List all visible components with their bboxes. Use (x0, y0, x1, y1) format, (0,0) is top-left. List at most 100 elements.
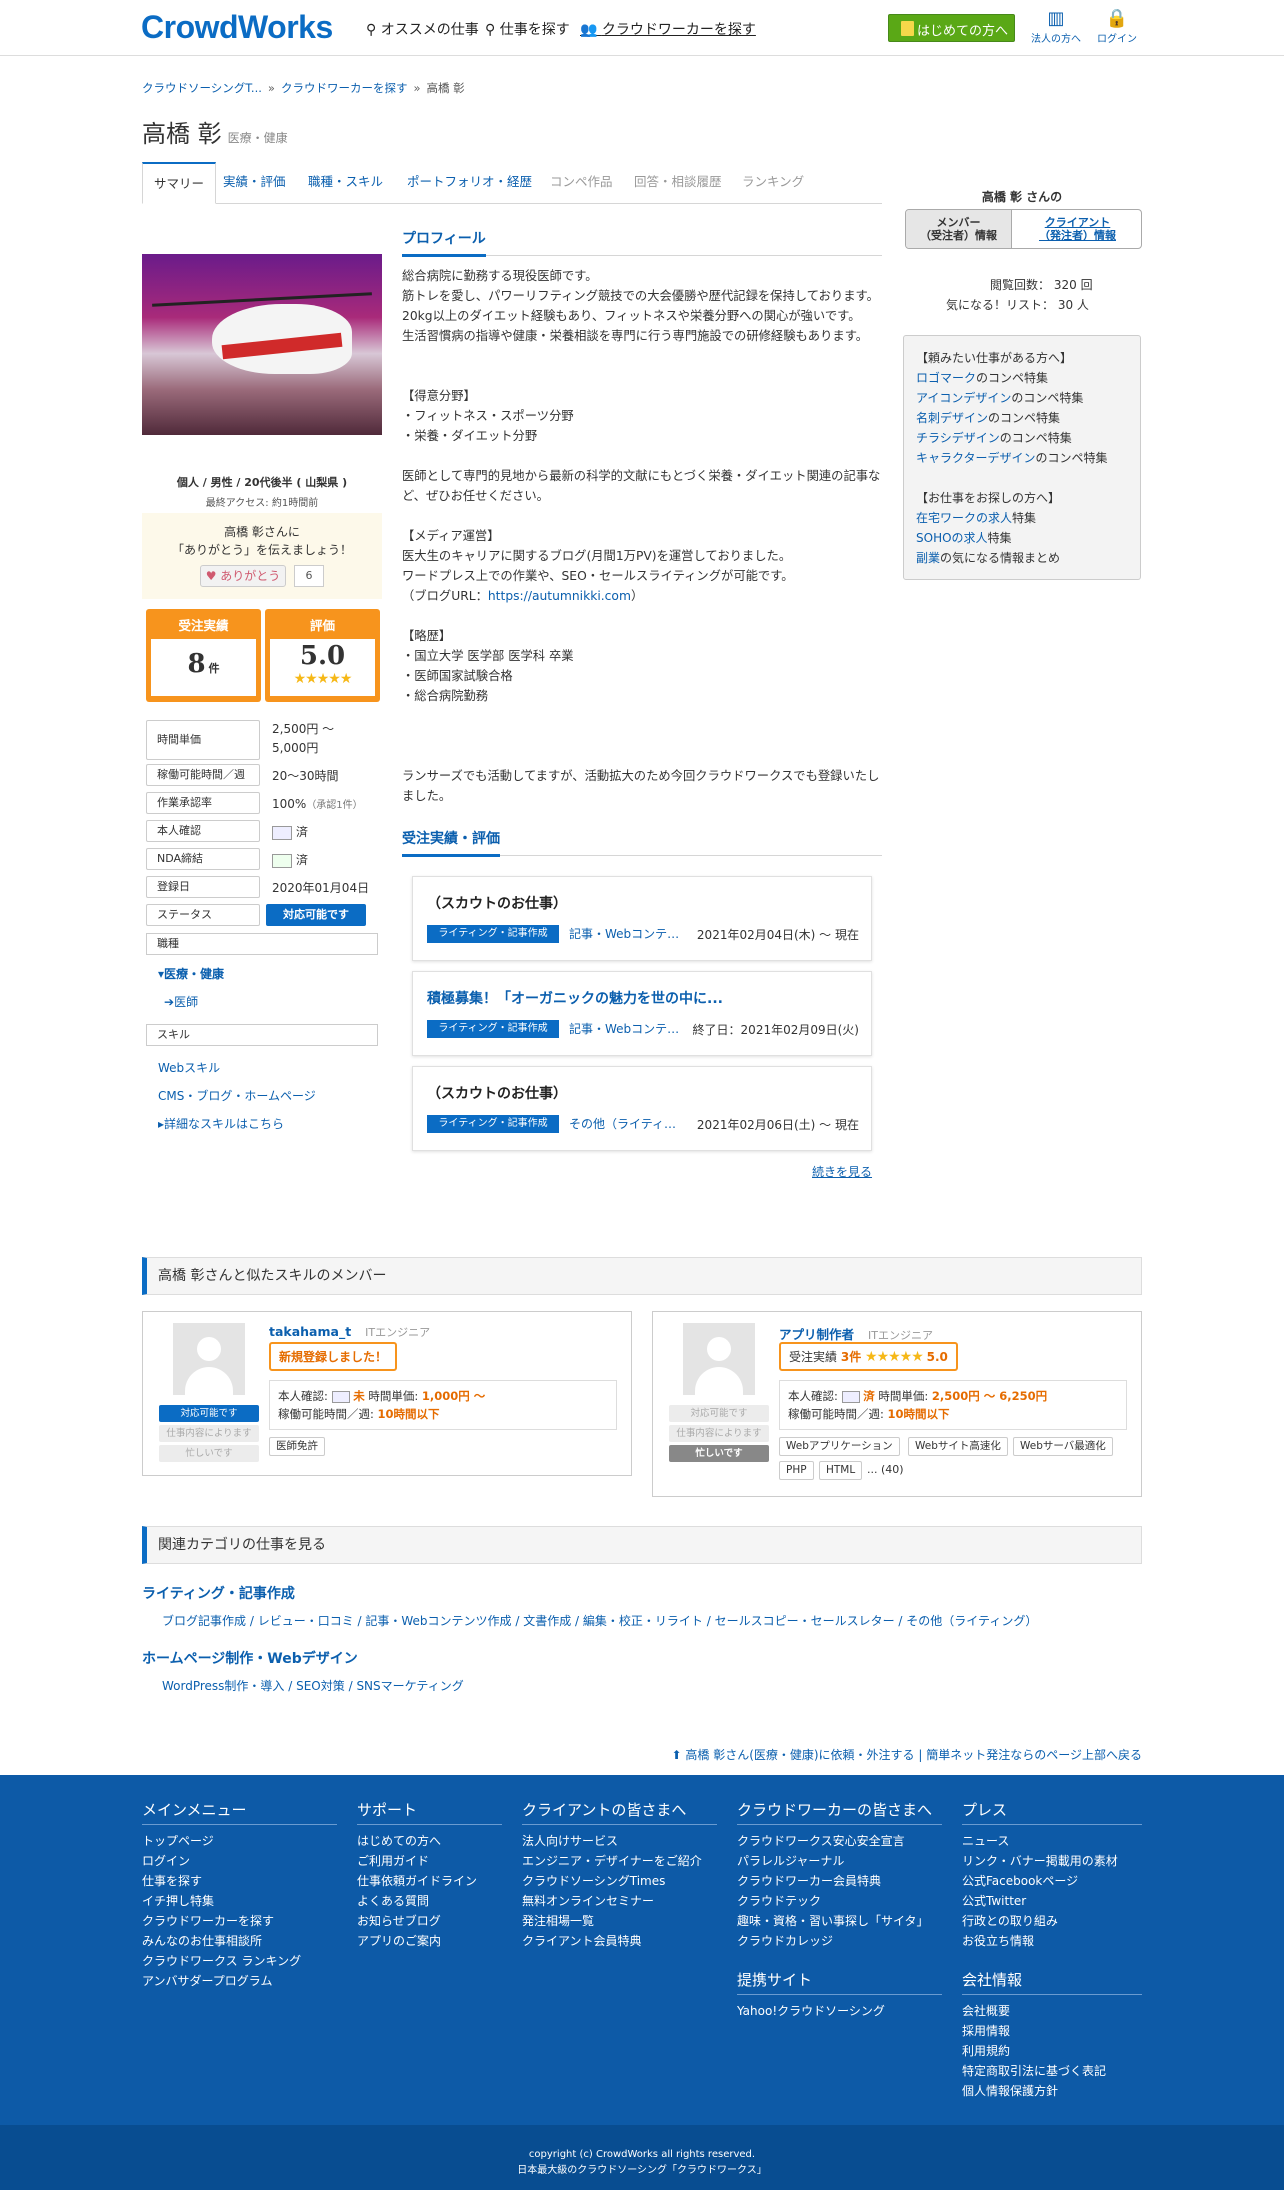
skill-chip[interactable]: Webアプリケーション (779, 1437, 900, 1456)
footer-link[interactable]: リンク・バナー掲載用の素材 (962, 1851, 1142, 1871)
login-link[interactable]: 🔒 ログイン (1087, 8, 1147, 45)
footer-link[interactable]: クラウドワークス ランキング (142, 1951, 337, 1971)
footer-link[interactable]: クラウドテック (737, 1891, 942, 1911)
related-link[interactable]: 記事・Webコンテンツ作成 (365, 1614, 511, 1628)
job-sub[interactable]: ➔医師 (164, 993, 198, 1010)
related-link[interactable]: その他（ライティング） (906, 1614, 1037, 1628)
tab-client-info[interactable]: クライアント （発注者）情報 (1012, 210, 1141, 248)
related-link[interactable]: 文書作成 (523, 1614, 571, 1628)
nav-find-workers[interactable]: 👥 クラウドワーカーを探す (580, 19, 756, 39)
skill-chip[interactable]: PHP (779, 1461, 814, 1480)
back-to-top[interactable]: ⬆ 高橋 彰さん(医療・健康)に依頼・外注する | 簡単ネット発注ならのページ上… (671, 1746, 1142, 1763)
related-category-web[interactable]: ホームページ制作・Webデザイン (142, 1648, 358, 1668)
skill-chip[interactable]: HTML (819, 1461, 863, 1480)
footer-link[interactable]: お知らせブログ (357, 1911, 502, 1931)
breadcrumb-find-workers[interactable]: クラウドワーカーを探す (281, 81, 408, 95)
footer-link[interactable]: パラレルジャーナル (737, 1851, 942, 1871)
footer-link[interactable]: 仕事依頼ガイドライン (357, 1871, 502, 1891)
footer-link[interactable]: 採用情報 (962, 2021, 1142, 2041)
related-link[interactable]: レビュー・口コミ (258, 1614, 354, 1628)
footer-link[interactable]: よくある質問 (357, 1891, 502, 1911)
thanks-button[interactable]: ♥ ありがとう (200, 565, 286, 587)
skill-chip[interactable]: Webサイト高速化 (908, 1437, 1008, 1456)
footer-link[interactable]: 行政との取り組み (962, 1911, 1142, 1931)
footer-link[interactable]: 公式Twitter (962, 1891, 1142, 1911)
member-name-link[interactable]: アプリ制作者 (779, 1327, 854, 1342)
related-category-writing[interactable]: ライティング・記事作成 (142, 1583, 295, 1603)
tab-portfolio[interactable]: ポートフォリオ・経歴 (396, 162, 543, 204)
footer-link[interactable]: 無料オンラインセミナー (522, 1891, 717, 1911)
footer-link[interactable]: イチ押し特集 (142, 1891, 337, 1911)
footer-link[interactable]: 個人情報保護方針 (962, 2081, 1142, 2101)
footer-link[interactable]: クラウドソーシングTimes (522, 1871, 717, 1891)
footer-link[interactable]: アンバサダープログラム (142, 1971, 337, 1991)
crowdworks-logo[interactable]: CrowdWorks (141, 9, 333, 46)
tab-member-info[interactable]: メンバー （受注者）情報 (906, 210, 1012, 248)
start-guide-button[interactable]: はじめての方へ (888, 14, 1015, 42)
feature-link[interactable]: SOHOの求人 (916, 531, 988, 545)
avatar[interactable] (683, 1323, 755, 1395)
footer-link[interactable]: クラウドカレッジ (737, 1931, 942, 1951)
totop-text2[interactable]: 簡単ネット発注ならのページ上部へ戻る (926, 1748, 1142, 1762)
footer-link[interactable]: エンジニア・デザイナーをご紹介 (522, 1851, 717, 1871)
skill-web[interactable]: Webスキル (158, 1059, 220, 1076)
tab-results[interactable]: 実績・評価 (212, 162, 297, 204)
footer-link[interactable]: アプリのご案内 (357, 1931, 502, 1951)
skill-cms[interactable]: CMS・ブログ・ホームページ (158, 1087, 316, 1104)
footer-link[interactable]: 発注相場一覧 (522, 1911, 717, 1931)
footer-link[interactable]: 公式Facebookページ (962, 1871, 1142, 1891)
footer-link[interactable]: クラウドワークス安心安全宣言 (737, 1831, 942, 1851)
footer-link[interactable]: 利用規約 (962, 2041, 1142, 2061)
feature-link[interactable]: ロゴマーク (916, 371, 976, 385)
feature-link[interactable]: キャラクターデザイン (916, 451, 1036, 465)
nav-find-jobs[interactable]: ⚲ 仕事を探す (485, 19, 570, 39)
tab-skills[interactable]: 職種・スキル (297, 162, 394, 204)
job-category[interactable]: ▾医療・健康 (158, 965, 224, 982)
related-link[interactable]: WordPress制作・導入 (162, 1679, 284, 1693)
work-category[interactable]: 記事・Webコンテ… (569, 1020, 679, 1037)
more-skills-link[interactable]: ▸詳細なスキルはこちら (158, 1115, 284, 1132)
related-link[interactable]: SEO対策 (296, 1679, 345, 1693)
footer-link[interactable]: 仕事を探す (142, 1871, 337, 1891)
related-link[interactable]: セールスコピー・セールスレター (715, 1614, 895, 1628)
avatar[interactable] (173, 1323, 245, 1395)
related-link[interactable]: SNSマーケティング (356, 1679, 463, 1693)
blog-url-link[interactable]: https://autumnikki.com (488, 589, 631, 603)
footer-link[interactable]: クラウドワーカーを探す (142, 1911, 337, 1931)
breadcrumb-home[interactable]: クラウドソーシングT... (142, 81, 262, 95)
footer-link[interactable]: ニュース (962, 1831, 1142, 1851)
footer-link[interactable]: クラウドワーカー会員特典 (737, 1871, 942, 1891)
footer-link[interactable]: ログイン (142, 1851, 337, 1871)
related-link[interactable]: ブログ記事作成 (162, 1614, 246, 1628)
skill-chip[interactable]: 医師免許 (269, 1437, 325, 1456)
more-skills-count[interactable]: ... (40) (867, 1463, 904, 1476)
footer-link[interactable]: 趣味・資格・習い事探し「サイタ」 (737, 1911, 942, 1931)
corporate-link[interactable]: ▥ 法人の方へ (1026, 8, 1086, 45)
feature-link[interactable]: 名刺デザイン (916, 411, 988, 425)
footer-link[interactable]: Yahoo!クラウドソーシング (737, 2001, 942, 2021)
nav-recommended[interactable]: ⚲ オススメの仕事 (366, 19, 479, 39)
works-more-link[interactable]: 続きを見る (812, 1163, 872, 1180)
footer-link[interactable]: クライアント会員特典 (522, 1931, 717, 1951)
feature-link[interactable]: 在宅ワークの求人 (916, 511, 1012, 525)
feature-link[interactable]: チラシデザイン (916, 431, 1000, 445)
footer-link[interactable]: お役立ち情報 (962, 1931, 1142, 1951)
footer-link[interactable]: 会社概要 (962, 2001, 1142, 2021)
feature-link[interactable]: アイコンデザイン (916, 391, 1011, 405)
work-category[interactable]: その他（ライティ… (569, 1115, 676, 1132)
related-link[interactable]: 編集・校正・リライト (583, 1614, 703, 1628)
member-name-link[interactable]: takahama_t (269, 1324, 351, 1339)
skill-chip[interactable]: Webサーバ最適化 (1013, 1437, 1113, 1456)
footer-link[interactable]: 法人向けサービス (522, 1831, 717, 1851)
footer-link[interactable]: 特定商取引法に基づく表記 (962, 2061, 1142, 2081)
work-category[interactable]: 記事・Webコンテ… (569, 925, 679, 942)
footer-link[interactable]: はじめての方へ (357, 1831, 502, 1851)
totop-text1[interactable]: 高橋 彰さん(医療・健康)に依頼・外注する (685, 1748, 914, 1762)
member-info-box: 本人確認: 未 時間単価: 1,000円 〜 稼働可能時間／週: 10時間以下 (269, 1380, 617, 1430)
work-title-link[interactable]: 積極募集！「オーガニックの魅力を世の中に... (427, 988, 723, 1008)
footer-link[interactable]: ご利用ガイド (357, 1851, 502, 1871)
footer-link[interactable]: トップページ (142, 1831, 337, 1851)
feature-link[interactable]: 副業 (916, 551, 940, 565)
footer-link[interactable]: みんなのお仕事相談所 (142, 1931, 337, 1951)
tab-summary[interactable]: サマリー (142, 162, 217, 204)
